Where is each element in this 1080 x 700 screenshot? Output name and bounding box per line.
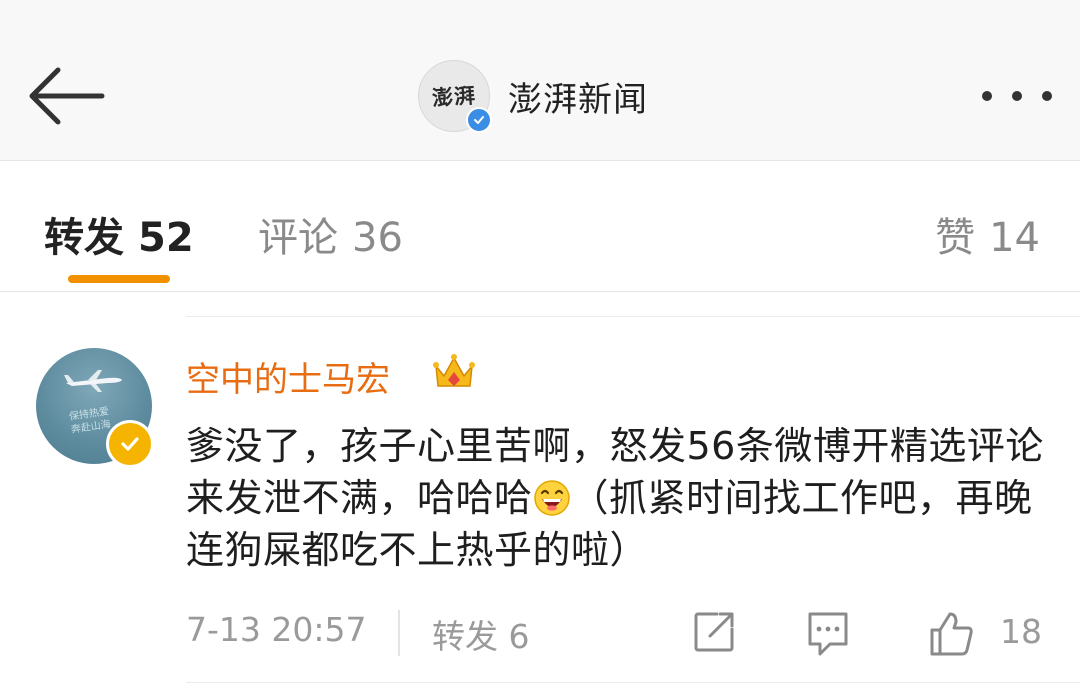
logo-text: 澎湃 [431,82,477,111]
tab-label: 转发 [44,215,124,261]
timestamp: 7-13 20:57 [186,610,367,649]
crown-icon [433,354,475,387]
thumbs-up-icon[interactable] [928,610,976,658]
back-button[interactable] [22,58,108,134]
divider [0,291,1080,292]
top-bar: 澎湃 澎湃新闻 [0,0,1080,161]
tab-count: 52 [138,215,194,261]
tab-like[interactable]: 赞 14 [935,205,1040,263]
account-title: 澎湃新闻 [508,79,648,120]
divider [398,610,400,656]
username[interactable]: 空中的士马宏 [186,352,390,401]
tab-bar: 转发 52 评论 36 赞 14 [0,161,1080,291]
share-icon[interactable] [692,610,736,654]
account-logo[interactable]: 澎湃 [418,60,492,133]
divider [186,682,1080,683]
tab-label: 赞 [935,215,976,261]
comment-icon[interactable] [806,610,850,658]
avatar-script: 保持热爱 奔赴山海 [68,406,112,436]
more-dots-icon [1042,91,1052,101]
tab-count: 14 [989,215,1040,261]
account-header: 澎湃 澎湃新闻 [418,58,648,134]
airplane-icon [64,370,122,392]
like-count: 18 [1000,612,1042,651]
arrow-left-icon [29,67,105,125]
repost-button[interactable]: 转发 6 [432,610,530,658]
tab-repost[interactable]: 转发 52 [44,205,194,263]
verified-badge-icon [466,107,492,133]
more-dots-icon [1012,91,1022,101]
active-tab-indicator [68,275,170,283]
comment-text: 爹没了，孩子心里苦啊，怒发56条微博开精选评论来发泄不满，哈哈哈 （抓紧时间找工… [186,420,1046,576]
tab-label: 评论 [258,215,338,261]
tab-comment[interactable]: 评论 36 [258,205,403,263]
verified-badge-icon [106,420,154,468]
comment-footer: 7-13 20:57 转发 6 18 [0,600,1080,664]
more-options-button[interactable] [982,80,1052,112]
more-dots-icon [982,91,992,101]
laughing-emoji-icon [533,480,570,516]
tab-count: 36 [352,215,403,261]
divider [186,316,1080,317]
